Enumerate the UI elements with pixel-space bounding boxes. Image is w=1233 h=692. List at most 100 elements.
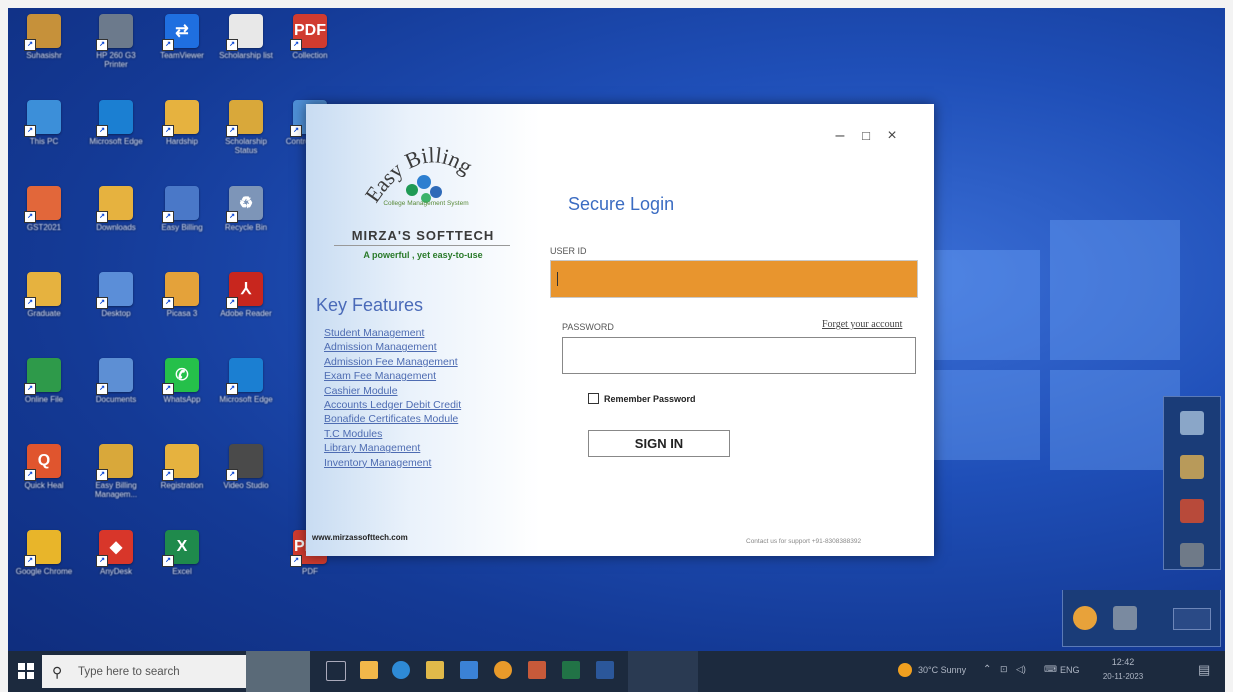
clock-time[interactable]: 12:42 [1098,657,1148,667]
volume-icon[interactable]: ◁) [1016,664,1026,675]
feature-link[interactable]: Cashier Module [324,384,461,398]
desktop-icon[interactable]: ↗ Picasa 3 [150,272,214,342]
desktop-icon-label: Picasa 3 [166,309,198,318]
user-id-input[interactable] [550,260,918,298]
shortcut-arrow-icon: ↗ [290,39,302,51]
shortcut-arrow-icon: ↗ [226,211,238,223]
desktop-icon[interactable]: ↗ Easy Billing [150,186,214,256]
feature-link[interactable]: Student Management [324,326,461,340]
tray-app-icon[interactable] [1180,543,1204,567]
desktop-icon[interactable]: ↗ Desktop [84,272,148,342]
brand-tagline: A powerful , yet easy-to-use [363,250,483,260]
desktop-icon[interactable]: ↗ Scholarship list [214,14,278,84]
desktop-icon[interactable]: ◆ ↗ AnyDesk [84,530,148,600]
language-indicator[interactable]: ENG [1060,665,1080,675]
desktop-icon[interactable]: ↗ Scholarship Status [214,100,278,170]
desktop-icon[interactable]: ↗ HP 260 G3 Printer [84,14,148,84]
desktop-icon[interactable]: ↗ Microsoft Edge [84,100,148,170]
desktop-icon[interactable]: ↗ Microsoft Edge [214,358,278,428]
app-icon: ↗ [96,100,133,137]
desktop-icon[interactable]: ↗ GST2021 [12,186,76,256]
feature-link[interactable]: T.C Modules [324,427,461,441]
mail-icon[interactable] [460,661,478,679]
clock-date[interactable]: 20-11-2023 [1094,672,1152,681]
notes-icon[interactable] [426,661,444,679]
shortcut-arrow-icon: ↗ [162,211,174,223]
file-explorer-icon[interactable] [360,661,378,679]
tray-app-icon[interactable] [1180,455,1204,479]
maximize-button[interactable]: □ [854,126,878,146]
tray-app-icon[interactable] [1180,499,1204,523]
tray-app-icon[interactable] [1113,606,1137,630]
close-button[interactable]: × [880,126,904,146]
active-taskbar-app[interactable] [628,651,698,692]
shortcut-arrow-icon: ↗ [96,211,108,223]
desktop-icon-label: Collection [292,51,328,60]
shortcut-arrow-icon: ↗ [226,125,238,137]
desktop-icon[interactable]: ↗ This PC [12,100,76,170]
input-indicator-icon[interactable]: ⌨ [1044,664,1057,675]
feature-link[interactable]: Bonafide Certificates Module [324,412,461,426]
feature-link[interactable]: Library Management [324,441,461,455]
desktop-icon[interactable]: Q ↗ Quick Heal [12,444,76,514]
desktop-icon[interactable]: ↗ Online File [12,358,76,428]
app-icon: ↗ [96,272,133,309]
chrome-icon[interactable] [494,661,512,679]
feature-link[interactable]: Exam Fee Management [324,369,461,383]
desktop-icon[interactable]: ↗ Registration [150,444,214,514]
sign-in-button[interactable]: SIGN IN [588,430,730,457]
shortcut-arrow-icon: ↗ [226,469,238,481]
excel-icon[interactable] [562,661,580,679]
weather-text[interactable]: 30°C Sunny [918,665,966,675]
desktop-icon[interactable]: ↗ Documents [84,358,148,428]
shortcut-arrow-icon: ↗ [162,125,174,137]
tray-app-icon[interactable] [1180,411,1204,435]
app-icon: ↗ [96,358,133,395]
notification-icon[interactable]: ▤ [1198,662,1210,678]
password-input[interactable] [562,337,916,374]
desktop-icon[interactable]: ↗ Easy Billing Managem... [84,444,148,514]
app-icon[interactable] [528,661,546,679]
desktop-icon[interactable]: ↗ Hardship [150,100,214,170]
emoji-tray-icon[interactable] [1073,606,1097,630]
network-icon[interactable]: ⊡ [1000,664,1008,675]
shortcut-arrow-icon: ↗ [162,297,174,309]
desktop-icon[interactable]: ↗ Google Chrome [12,530,76,600]
feature-link[interactable]: Admission Fee Management [324,355,461,369]
feature-link[interactable]: Inventory Management [324,456,461,470]
website-link[interactable]: www.mirzassofttech.com [312,533,408,542]
desktop-icon[interactable]: ⅄ ↗ Adobe Reader [214,272,278,342]
search-icon: ⚲ [52,663,63,680]
word-icon[interactable] [596,661,614,679]
minimize-button[interactable]: – [828,126,852,146]
feature-link[interactable]: Accounts Ledger Debit Credit [324,398,461,412]
shortcut-arrow-icon: ↗ [24,383,36,395]
shortcut-arrow-icon: ↗ [162,39,174,51]
desktop-icon[interactable]: ↗ Suhasishr [12,14,76,84]
desktop-icon[interactable]: ♻ ↗ Recycle Bin [214,186,278,256]
desktop-icon-label: GST2021 [26,223,62,232]
desktop-icon[interactable]: X ↗ Excel [150,530,214,600]
logo-subtitle: College Management System [383,200,469,207]
desktop-icon[interactable]: ↗ Graduate [12,272,76,342]
desktop-icon[interactable]: ↗ Downloads [84,186,148,256]
windows-start-icon[interactable] [16,661,36,681]
desktop-icon-label: AnyDesk [99,567,132,576]
checkbox-icon[interactable] [588,393,599,404]
tray-slot[interactable] [1173,608,1211,630]
edge-icon[interactable] [392,661,410,679]
remember-password-checkbox[interactable]: Remember Password [588,393,696,404]
tray-overflow-popup [1163,396,1221,570]
forgot-account-link[interactable]: Forget your account [822,319,902,330]
desktop-icon-label: Hardship [165,137,198,146]
taskbar-search-box[interactable]: ⚲ Type here to search [42,655,246,688]
desktop-icon[interactable]: ↗ Video Studio [214,444,278,514]
task-view-icon[interactable] [326,661,346,681]
desktop-icon[interactable]: ⇄ ↗ TeamViewer [150,14,214,84]
tray-chevron-icon[interactable]: ⌃ [983,664,991,675]
feature-link[interactable]: Admission Management [324,340,461,354]
desktop-icon[interactable]: PDF ↗ Collection [278,14,342,84]
desktop-icon-label: Video Studio [223,481,269,490]
password-label: PASSWORD [562,322,614,332]
desktop-icon[interactable]: ✆ ↗ WhatsApp [150,358,214,428]
